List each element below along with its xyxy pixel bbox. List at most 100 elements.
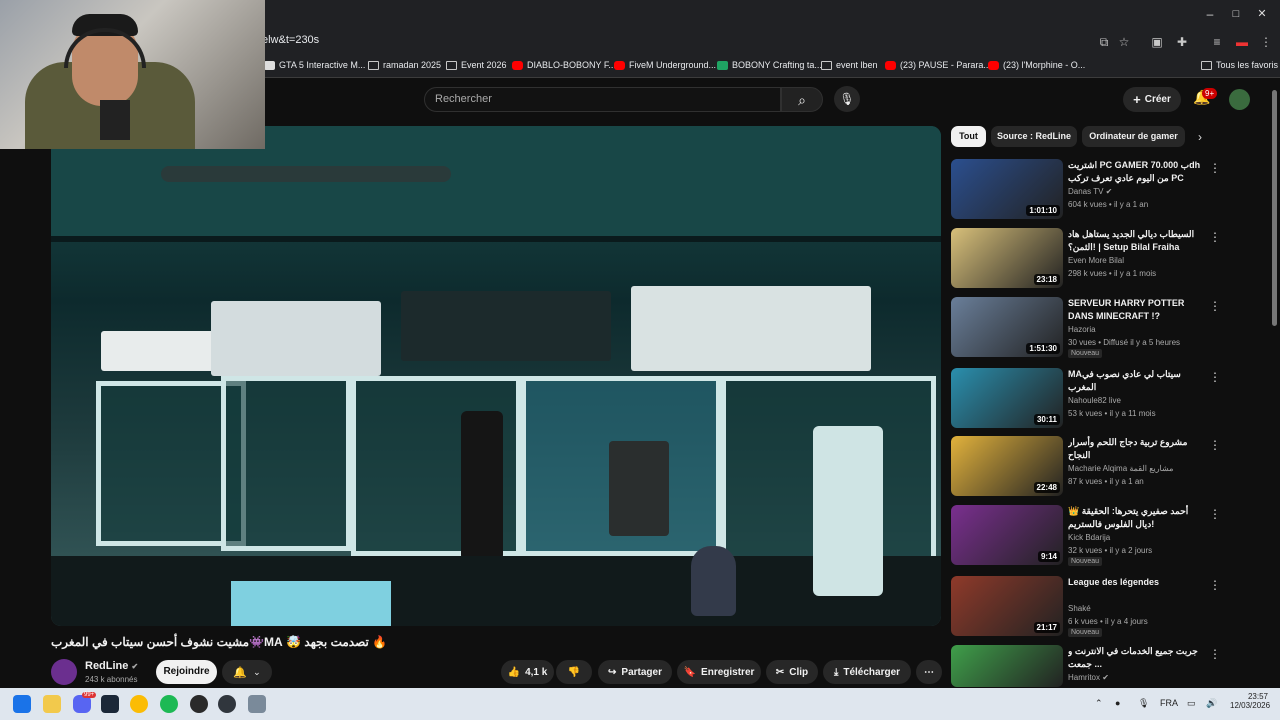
- video-player[interactable]: [51, 126, 941, 626]
- steam-icon[interactable]: [101, 695, 119, 713]
- minimize-button[interactable]: –: [1197, 0, 1223, 28]
- extensions-icon[interactable]: ✚: [1174, 34, 1190, 50]
- media-control-icon[interactable]: ≡: [1209, 34, 1225, 50]
- close-button[interactable]: ✕: [1249, 0, 1275, 28]
- clock[interactable]: 23:57 12/03/2026: [1230, 692, 1270, 710]
- chrome-icon[interactable]: [130, 695, 148, 713]
- related-channel-name[interactable]: Danas TV ✔: [1068, 187, 1112, 196]
- related-video-card[interactable]: 30:11 MAسيتاب لي عادي نصوب في المغرب Nahou…: [951, 368, 1261, 428]
- bookmark-folder[interactable]: event lben: [821, 60, 878, 70]
- related-video-title[interactable]: اشتريت PC GAMER ب 70.000dh من اليوم عادي…: [1068, 159, 1203, 186]
- related-video-card[interactable]: 23:18 السيطاب ديالي الجديد يستاهل هاد الث…: [951, 228, 1261, 288]
- save-button[interactable]: 🔖 Enregistrer: [677, 660, 761, 684]
- chip-all[interactable]: Tout: [951, 126, 986, 147]
- search-input[interactable]: Rechercher: [424, 87, 781, 112]
- more-vertical-icon[interactable]: ⋮: [1209, 299, 1221, 313]
- related-video-title[interactable]: League des légendes: [1068, 576, 1203, 589]
- share-button[interactable]: ↪ Partager: [598, 660, 672, 684]
- related-video-card[interactable]: 21:17 League des légendes Shaké 6 k vues • …: [951, 576, 1261, 637]
- related-channel-name[interactable]: Hazoria: [1068, 325, 1096, 334]
- chip-source-redline[interactable]: Source : RedLine: [991, 126, 1077, 147]
- video-thumbnail[interactable]: 23:18: [951, 228, 1063, 288]
- bookmark-star-icon[interactable]: ☆: [1116, 34, 1132, 50]
- bookmark-item[interactable]: GTA 5 Interactive M...: [264, 60, 365, 70]
- more-vertical-icon[interactable]: ⋮: [1209, 161, 1221, 175]
- spotify-icon[interactable]: [160, 695, 178, 713]
- more-vertical-icon[interactable]: ⋮: [1209, 647, 1221, 661]
- all-bookmarks[interactable]: Tous les favoris: [1201, 60, 1278, 70]
- browser-menu-icon[interactable]: ⋮: [1258, 34, 1274, 50]
- tray-app-icon[interactable]: ●: [1115, 698, 1120, 708]
- more-vertical-icon[interactable]: ⋮: [1209, 438, 1221, 452]
- chip-gaming-pc[interactable]: Ordinateur de gamer: [1082, 126, 1185, 147]
- youtube-icon: [988, 60, 999, 70]
- language-indicator[interactable]: FRA: [1160, 698, 1178, 708]
- dislike-button[interactable]: 👎: [556, 660, 592, 684]
- subscription-bell-button[interactable]: 🔔 ⌄: [222, 660, 272, 684]
- related-video-card[interactable]: جربت جميع الخدمات في الانترنت و جمعت ...…: [951, 645, 1261, 687]
- channel-avatar[interactable]: [51, 659, 77, 685]
- video-thumbnail[interactable]: 1:51:30: [951, 297, 1063, 357]
- more-actions-button[interactable]: ⋯: [916, 660, 942, 684]
- join-button[interactable]: Rejoindre: [156, 660, 217, 684]
- like-button[interactable]: 👍 4,1 k: [501, 660, 554, 684]
- search-button[interactable]: ⌕: [781, 87, 823, 112]
- obs-icon[interactable]: [190, 695, 208, 713]
- video-thumbnail[interactable]: 21:17: [951, 576, 1063, 636]
- more-vertical-icon[interactable]: ⋮: [1209, 370, 1221, 384]
- bookmark-item[interactable]: FiveM Underground...: [614, 60, 716, 70]
- related-video-title[interactable]: SERVEUR HARRY POTTER DANS MINECRAFT !?: [1068, 297, 1203, 323]
- related-channel-name[interactable]: Shaké: [1068, 604, 1091, 613]
- related-channel-name[interactable]: Even More Bilal: [1068, 256, 1124, 265]
- chevron-right-icon[interactable]: ›: [1198, 130, 1202, 144]
- address-input[interactable]: elw&t=230s: [262, 34, 319, 46]
- windows-start-icon[interactable]: [13, 695, 31, 713]
- video-thumbnail[interactable]: 1:01:10: [951, 159, 1063, 219]
- related-channel-name[interactable]: Nahoule82 live: [1068, 396, 1121, 405]
- more-vertical-icon[interactable]: ⋮: [1209, 507, 1221, 521]
- related-video-card[interactable]: 9:14 👑 أحمد صفيري يتحرها: الحقيقة ديال ال…: [951, 505, 1261, 566]
- app-icon[interactable]: [218, 695, 236, 713]
- scrollbar[interactable]: [1272, 90, 1277, 326]
- download-button[interactable]: ⤓ Télécharger: [823, 660, 911, 684]
- tab-search-icon[interactable]: ▣: [1149, 34, 1165, 50]
- bookmark-item[interactable]: DIABLO-BOBONY F...: [512, 60, 616, 70]
- more-vertical-icon[interactable]: ⋮: [1209, 230, 1221, 244]
- video-thumbnail[interactable]: 30:11: [951, 368, 1063, 428]
- microphone-icon[interactable]: 🎙: [1138, 698, 1149, 709]
- clip-button[interactable]: ✂ Clip: [766, 660, 818, 684]
- install-app-icon[interactable]: ⧉: [1096, 34, 1112, 50]
- related-video-title[interactable]: مشروع تربية دجاج اللحم وأسرار النجاح: [1068, 436, 1203, 462]
- related-video-card[interactable]: 22:48 مشروع تربية دجاج اللحم وأسرار النجا…: [951, 436, 1261, 496]
- bookmark-item[interactable]: (23) PAUSE - Parara...: [885, 60, 991, 70]
- bookmark-folder[interactable]: Event 2026: [446, 60, 507, 70]
- bookmark-folder[interactable]: ramadan 2025: [368, 60, 441, 70]
- related-video-title[interactable]: 👑 أحمد صفيري يتحرها: الحقيقة ديال الفلوس…: [1068, 505, 1203, 531]
- video-thumbnail[interactable]: [951, 645, 1063, 687]
- related-video-title[interactable]: السيطاب ديالي الجديد يستاهل هاد الثمن؟! …: [1068, 228, 1203, 254]
- new-badge: Nouveau: [1068, 349, 1103, 358]
- create-button[interactable]: + Créer: [1123, 87, 1181, 112]
- related-video-title[interactable]: جربت جميع الخدمات في الانترنت و جمعت ...: [1068, 645, 1203, 671]
- wifi-icon[interactable]: ▭: [1187, 698, 1196, 709]
- bookmark-item[interactable]: (23) l'Morphine - O...: [988, 60, 1085, 70]
- related-channel-name[interactable]: Hamritox ✔: [1068, 673, 1109, 682]
- related-video-title[interactable]: MAسيتاب لي عادي نصوب في المغرب: [1068, 368, 1203, 394]
- more-vertical-icon[interactable]: ⋮: [1209, 578, 1221, 592]
- maximize-button[interactable]: □: [1223, 0, 1249, 28]
- related-channel-name[interactable]: Kick Bdarija: [1068, 533, 1110, 542]
- bookmark-item[interactable]: BOBONY Crafting ta...: [717, 60, 822, 70]
- related-video-card[interactable]: 1:01:10 اشتريت PC GAMER ب 70.000dh من الي…: [951, 159, 1261, 219]
- voice-search-button[interactable]: 🎙: [834, 86, 860, 112]
- calculator-icon[interactable]: [248, 695, 266, 713]
- chevron-up-icon[interactable]: ⌃: [1095, 698, 1103, 709]
- file-explorer-icon[interactable]: [43, 695, 61, 713]
- related-channel-name[interactable]: Macharie Alqima مشاريع القمة: [1068, 464, 1173, 473]
- volume-icon[interactable]: 🔊: [1206, 698, 1217, 709]
- profile-flag-icon[interactable]: ▬: [1234, 34, 1250, 50]
- account-avatar[interactable]: [1229, 89, 1250, 110]
- video-thumbnail[interactable]: 9:14: [951, 505, 1063, 565]
- channel-name[interactable]: RedLine ✔: [85, 660, 138, 672]
- video-thumbnail[interactable]: 22:48: [951, 436, 1063, 496]
- related-video-card[interactable]: 1:51:30 SERVEUR HARRY POTTER DANS MINECRA…: [951, 297, 1261, 358]
